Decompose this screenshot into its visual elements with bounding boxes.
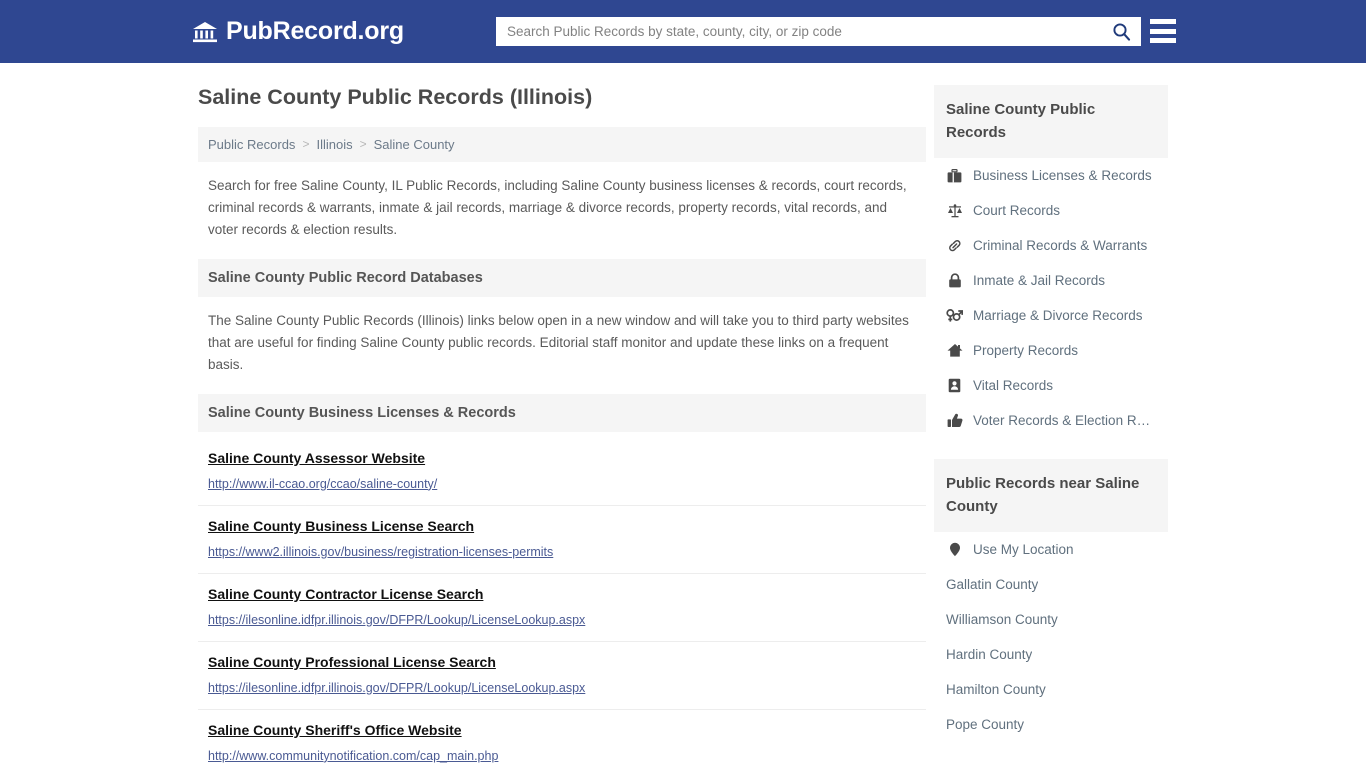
breadcrumb-separator-icon: > bbox=[359, 137, 367, 152]
sidebar-item-label: Inmate & Jail Records bbox=[973, 273, 1106, 288]
sidebar-heading-records: Saline County Public Records bbox=[934, 85, 1168, 158]
sidebar-item-use-my-location[interactable]: Use My Location bbox=[934, 532, 1168, 567]
sidebar-item-voter-records[interactable]: Voter Records & Election R… bbox=[934, 403, 1168, 438]
sidebar-item-criminal-records[interactable]: Criminal Records & Warrants bbox=[934, 228, 1168, 263]
sidebar-item-label: Vital Records bbox=[973, 378, 1054, 393]
chain-link-icon bbox=[946, 238, 963, 253]
venus-mars-icon bbox=[946, 308, 963, 323]
sidebar-item-label: Court Records bbox=[973, 203, 1061, 218]
link-title[interactable]: Saline County Sheriff's Office Website bbox=[208, 720, 462, 741]
list-item: Saline County Sheriff's Office Website h… bbox=[198, 710, 926, 768]
page-body: Saline County Public Records (Illinois) … bbox=[0, 63, 1366, 768]
sidebar-records-list: Business Licenses & Records Court Record… bbox=[934, 158, 1168, 438]
sidebar-item-business-licenses[interactable]: Business Licenses & Records bbox=[934, 158, 1168, 193]
hamburger-bar bbox=[1150, 28, 1176, 34]
link-url[interactable]: http://www.communitynotification.com/cap… bbox=[208, 748, 916, 765]
hamburger-menu-icon[interactable] bbox=[1150, 19, 1176, 43]
content-container: Saline County Public Records (Illinois) … bbox=[198, 63, 1168, 768]
list-item: Saline County Professional License Searc… bbox=[198, 642, 926, 710]
sidebar-item-label: Voter Records & Election R… bbox=[973, 413, 1151, 428]
sidebar-item-pope-county[interactable]: Pope County bbox=[934, 707, 1168, 742]
link-title[interactable]: Saline County Assessor Website bbox=[208, 448, 425, 469]
sidebar-item-label: Hamilton County bbox=[946, 682, 1046, 697]
hamburger-bar bbox=[1150, 38, 1176, 43]
lock-icon bbox=[946, 273, 963, 288]
search-bar bbox=[496, 17, 1141, 46]
link-title[interactable]: Saline County Contractor License Search bbox=[208, 584, 483, 605]
search-button[interactable] bbox=[1102, 18, 1140, 45]
sidebar: Saline County Public Records Business Li… bbox=[934, 85, 1168, 768]
breadcrumb-item-public-records[interactable]: Public Records bbox=[208, 137, 295, 152]
sidebar-item-label: Use My Location bbox=[973, 542, 1074, 557]
sidebar-item-label: Williamson County bbox=[946, 612, 1058, 627]
sidebar-item-hardin-county[interactable]: Hardin County bbox=[934, 637, 1168, 672]
sidebar-item-label: Hardin County bbox=[946, 647, 1033, 662]
thumbs-up-icon bbox=[946, 413, 963, 428]
map-pin-icon bbox=[946, 542, 963, 557]
sidebar-item-inmate-jail-records[interactable]: Inmate & Jail Records bbox=[934, 263, 1168, 298]
briefcase-icon bbox=[946, 168, 963, 183]
sidebar-item-label: Property Records bbox=[973, 343, 1079, 358]
sidebar-item-marriage-divorce-records[interactable]: Marriage & Divorce Records bbox=[934, 298, 1168, 333]
breadcrumb: Public Records > Illinois > Saline Count… bbox=[198, 126, 926, 162]
link-url[interactable]: https://www2.illinois.gov/business/regis… bbox=[208, 544, 916, 561]
section-heading-databases: Saline County Public Record Databases bbox=[198, 258, 926, 297]
sidebar-heading-nearby: Public Records near Saline County bbox=[934, 459, 1168, 532]
site-logo[interactable]: PubRecord.org bbox=[192, 19, 404, 44]
breadcrumb-item-illinois[interactable]: Illinois bbox=[316, 137, 352, 152]
list-item: Saline County Assessor Website http://ww… bbox=[198, 438, 926, 506]
sidebar-block-nearby: Public Records near Saline County Use My… bbox=[934, 459, 1168, 742]
sidebar-item-williamson-county[interactable]: Williamson County bbox=[934, 602, 1168, 637]
link-list: Saline County Assessor Website http://ww… bbox=[198, 438, 926, 768]
sidebar-item-vital-records[interactable]: Vital Records bbox=[934, 368, 1168, 403]
sidebar-item-court-records[interactable]: Court Records bbox=[934, 193, 1168, 228]
sidebar-item-property-records[interactable]: Property Records bbox=[934, 333, 1168, 368]
link-title[interactable]: Saline County Business License Search bbox=[208, 516, 474, 537]
main-column: Saline County Public Records (Illinois) … bbox=[198, 85, 926, 768]
page-title: Saline County Public Records (Illinois) bbox=[198, 85, 593, 109]
site-logo-text: PubRecord.org bbox=[226, 17, 404, 45]
intro-paragraph: Search for free Saline County, IL Public… bbox=[208, 177, 907, 237]
sidebar-item-label: Pope County bbox=[946, 717, 1025, 732]
breadcrumb-separator-icon: > bbox=[302, 137, 310, 152]
link-title[interactable]: Saline County Professional License Searc… bbox=[208, 652, 496, 673]
section-heading-business-licenses: Saline County Business Licenses & Record… bbox=[198, 393, 926, 432]
site-header: PubRecord.org bbox=[0, 0, 1366, 63]
home-icon bbox=[946, 343, 963, 358]
breadcrumb-item-saline-county: Saline County bbox=[373, 136, 455, 152]
hamburger-bar bbox=[1150, 19, 1176, 24]
sidebar-nearby-list: Use My Location Gallatin County Williams… bbox=[934, 532, 1168, 742]
sidebar-block-records: Saline County Public Records Business Li… bbox=[934, 85, 1168, 438]
sidebar-item-gallatin-county[interactable]: Gallatin County bbox=[934, 567, 1168, 602]
id-card-icon bbox=[946, 378, 963, 393]
link-url[interactable]: http://www.il-ccao.org/ccao/saline-count… bbox=[208, 476, 916, 493]
link-url[interactable]: https://ilesonline.idfpr.illinois.gov/DF… bbox=[208, 680, 916, 697]
sidebar-item-label: Gallatin County bbox=[946, 577, 1039, 592]
sidebar-item-label: Marriage & Divorce Records bbox=[973, 308, 1143, 323]
sidebar-item-label: Criminal Records & Warrants bbox=[973, 238, 1148, 253]
sidebar-item-hamilton-county[interactable]: Hamilton County bbox=[934, 672, 1168, 707]
scales-of-justice-icon bbox=[946, 203, 963, 218]
bank-building-icon bbox=[192, 20, 218, 44]
search-icon bbox=[1112, 22, 1131, 41]
list-item: Saline County Contractor License Search … bbox=[198, 574, 926, 642]
link-url[interactable]: https://ilesonline.idfpr.illinois.gov/DF… bbox=[208, 612, 916, 629]
search-input[interactable] bbox=[497, 18, 1102, 45]
sidebar-item-label: Business Licenses & Records bbox=[973, 168, 1152, 183]
list-item: Saline County Business License Search ht… bbox=[198, 506, 926, 574]
databases-paragraph: The Saline County Public Records (Illino… bbox=[208, 312, 909, 372]
